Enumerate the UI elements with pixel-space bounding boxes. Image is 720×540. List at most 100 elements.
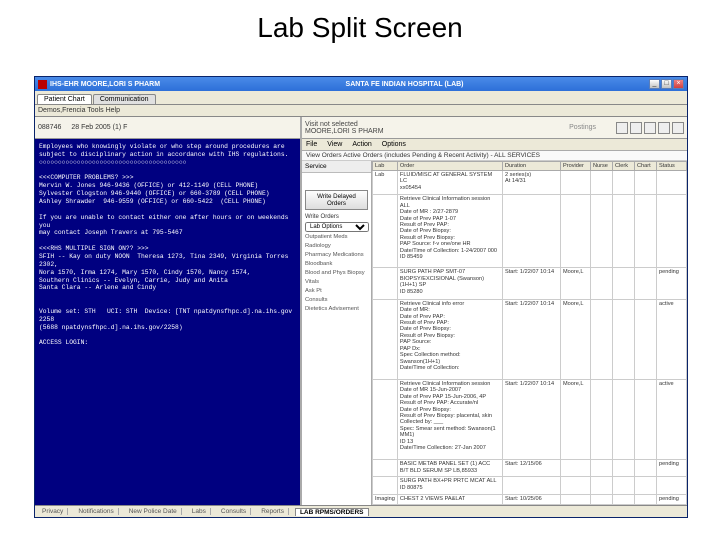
btab-reports[interactable]: Reports [257,508,289,515]
table-row[interactable]: Retrieve Clinical info error Date of MR:… [373,299,687,379]
btab-notifications[interactable]: Notifications [74,508,118,515]
col-nurse[interactable]: Nurse [591,162,613,171]
table-cell: Retrieve Clinical Information session Da… [397,379,502,459]
side-item[interactable]: Outpatient Meds [302,233,371,242]
tab-patient-chart[interactable]: Patient Chart [37,94,92,104]
lab-sidebar: Service Write Delayed Orders Write Order… [302,161,372,505]
service-header: Service [302,161,371,173]
orders-view-title: View Orders Active Orders (includes Pend… [302,151,687,161]
side-item[interactable]: Pharmacy Medications [302,251,371,260]
toolbar-icon[interactable] [644,122,656,134]
table-row[interactable]: BASIC METAB PANEL SET (1) ACC B/T BLD SE… [373,460,687,477]
col-lab[interactable]: Lab [373,162,398,171]
btab-lab-rpms-orders[interactable]: LAB RPMS/ORDERS [295,508,369,516]
table-cell [613,460,635,477]
table-cell [591,494,613,504]
menu-view[interactable]: View [327,141,342,148]
side-item[interactable]: Ask Pt [302,287,371,296]
table-row[interactable]: Retrieve Clinical Information session Da… [373,379,687,459]
slide-title: Lab Split Screen [0,0,720,52]
table-cell [591,195,613,268]
app-window: IHS-EHR MOORE,LORI S PHARM SANTA FE INDI… [34,76,688,518]
menu-bar[interactable]: Demos,Frencia Tools Help [35,105,687,117]
table-cell: FLUID/MISC AT GENERAL SYSTEM LC xx05454 [397,171,502,195]
table-cell [613,477,635,494]
window-title-center: SANTA FE INDIAN HOSPITAL (LAB) [346,81,464,88]
btab-new-police-date[interactable]: New Police Date [125,508,182,515]
side-item[interactable]: Blood and Phys Biopsy [302,269,371,278]
left-patient-header: 088746 28 Feb 2005 (1) F [35,117,300,139]
btab-consults[interactable]: Consults [217,508,251,515]
menu-action[interactable]: Action [352,141,371,148]
table-cell [373,460,398,477]
table-cell [591,477,613,494]
side-item[interactable]: Vitals [302,278,371,287]
table-cell [657,477,687,494]
lab-options-select[interactable]: Lab Options [305,222,369,232]
col-provider[interactable]: Provider [561,162,591,171]
table-cell [561,171,591,195]
side-item[interactable]: Bloodbank [302,260,371,269]
table-cell: 2 series(s) At 14/31 [503,171,561,195]
toolbar-icon[interactable] [658,122,670,134]
table-cell [591,460,613,477]
menu-options[interactable]: Options [382,141,406,148]
right-header-bar: Visit not selected MOORE,LORI S PHARM Po… [302,117,687,139]
tab-communication[interactable]: Communication [93,94,156,104]
orders-table: Lab Order Duration Provider Nurse Clerk … [372,161,687,505]
table-cell [657,195,687,268]
btab-privacy[interactable]: Privacy [38,508,68,515]
table-cell: pending [657,494,687,504]
col-status[interactable]: Status [657,162,687,171]
table-row[interactable]: LabFLUID/MISC AT GENERAL SYSTEM LC xx054… [373,171,687,195]
write-orders-label: Write Orders [302,213,371,221]
col-duration[interactable]: Duration [503,162,561,171]
col-clerk[interactable]: Clerk [613,162,635,171]
table-cell [591,268,613,299]
table-cell: Lab [373,171,398,195]
table-cell [613,195,635,268]
col-chart[interactable]: Chart [635,162,657,171]
table-row[interactable]: Retrieve Clinical Information session AL… [373,195,687,268]
minimize-button[interactable]: _ [649,79,660,89]
toolbar-icon[interactable] [616,122,628,134]
terminal-screen[interactable]: Employees who knowingly violate or who s… [35,139,300,505]
col-order[interactable]: Order [397,162,502,171]
table-cell [591,299,613,379]
title-bar: IHS-EHR MOORE,LORI S PHARM SANTA FE INDI… [35,77,687,91]
side-item[interactable]: Consults [302,296,371,305]
close-button[interactable]: × [673,79,684,89]
toolbar-icons [616,122,684,134]
toolbar-icon[interactable] [672,122,684,134]
patient-dob: 28 Feb 2005 (1) F [71,124,127,131]
maximize-button[interactable]: □ [661,79,672,89]
toolbar-icon[interactable] [630,122,642,134]
app-icon [38,80,47,89]
table-cell [613,494,635,504]
table-cell [373,195,398,268]
table-cell [613,379,635,459]
table-cell [635,195,657,268]
table-row[interactable]: ImagingCHEST 2 VIEWS PA&LATStart: 10/25/… [373,494,687,504]
table-row[interactable]: SURG PATH PAP SMT-07 BIOPSY/EXCISIONAL (… [373,268,687,299]
table-cell [635,494,657,504]
menu-file[interactable]: File [306,141,317,148]
table-cell [591,379,613,459]
table-cell: BASIC METAB PANEL SET (1) ACC B/T BLD SE… [397,460,502,477]
patient-id: 088746 [38,124,61,131]
table-cell: active [657,379,687,459]
side-item[interactable]: Dietetics Advisement [302,305,371,314]
table-cell: Moore,L [561,299,591,379]
write-delayed-orders-button[interactable]: Write Delayed Orders [305,190,368,210]
table-cell [591,171,613,195]
btab-labs[interactable]: Labs [188,508,211,515]
table-cell [613,299,635,379]
table-cell [635,299,657,379]
table-cell: Start: 10/25/06 [503,494,561,504]
side-item[interactable]: Radiology [302,242,371,251]
table-cell: pending [657,268,687,299]
table-cell: Moore,L [561,379,591,459]
table-row[interactable]: SURG PATH BX+PR PRTC MCAT ALL ID 80875 [373,477,687,494]
table-cell [503,195,561,268]
table-cell: CHEST 2 VIEWS PA&LAT [397,494,502,504]
